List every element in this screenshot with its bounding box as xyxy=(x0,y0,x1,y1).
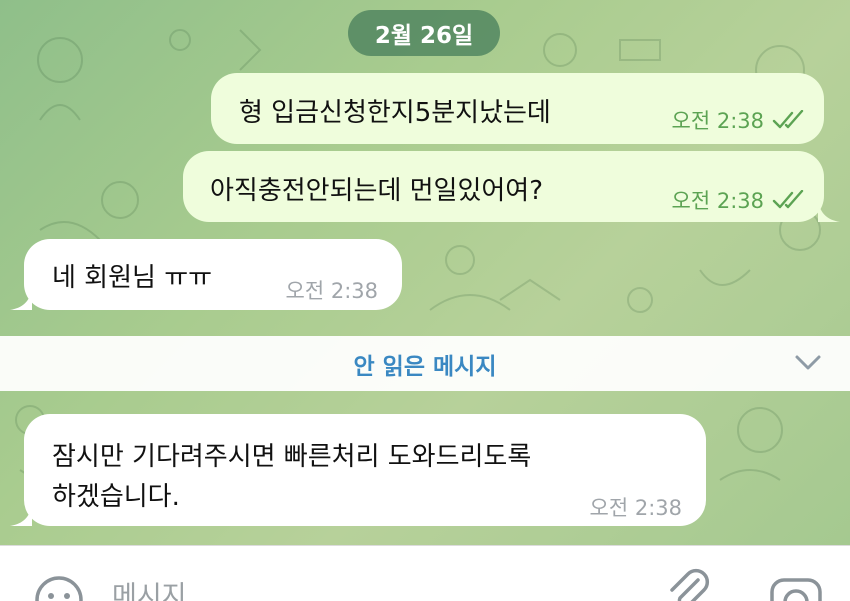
double-check-icon xyxy=(772,190,804,209)
incoming-message[interactable]: 잠시만 기다려주시면 빠른처리 도와드리도록 하겠습니다. 오전 2:38 xyxy=(24,414,706,526)
camera-icon[interactable] xyxy=(768,572,824,601)
message-text-line: 잠시만 기다려주시면 빠른처리 도와드리도록 xyxy=(52,442,532,472)
message-text-line: 하겠습니다. xyxy=(52,482,180,512)
message-meta: 오전 2:38 xyxy=(286,275,378,305)
message-composer xyxy=(0,545,850,601)
date-separator: 2월 26일 xyxy=(348,10,500,56)
message-time: 오전 2:38 xyxy=(671,189,764,213)
message-text: 네 회원님 ㅠㅠ xyxy=(52,263,213,293)
message-meta: 오전 2:38 xyxy=(672,105,808,135)
paperclip-icon[interactable] xyxy=(662,566,712,601)
double-check-icon xyxy=(772,110,804,129)
message-time: 오전 2:38 xyxy=(285,279,378,303)
message-time: 오전 2:38 xyxy=(589,496,682,520)
bubble-tail xyxy=(10,288,32,310)
outgoing-message[interactable]: 형 입금신청한지5분지났는데 오전 2:38 xyxy=(211,73,824,144)
message-text: 형 입금신청한지5분지났는데 xyxy=(239,98,551,128)
message-meta: 오전 2:38 xyxy=(672,185,808,215)
incoming-message[interactable]: 네 회원님 ㅠㅠ 오전 2:38 xyxy=(24,239,402,310)
message-text: 아직충전안되는데 먼일있어여? xyxy=(210,176,544,206)
message-meta: 오전 2:38 xyxy=(590,492,682,522)
emoji-icon[interactable] xyxy=(33,574,85,601)
unread-messages-divider: 안 읽은 메시지 xyxy=(0,336,850,391)
outgoing-message[interactable]: 아직충전안되는데 먼일있어여? 오전 2:38 xyxy=(183,151,824,222)
message-input[interactable] xyxy=(112,576,612,601)
unread-label: 안 읽은 메시지 xyxy=(353,353,497,380)
chevron-down-icon[interactable] xyxy=(794,354,822,372)
message-time: 오전 2:38 xyxy=(671,109,764,133)
bubble-tail xyxy=(818,200,840,222)
bubble-tail xyxy=(10,504,32,526)
